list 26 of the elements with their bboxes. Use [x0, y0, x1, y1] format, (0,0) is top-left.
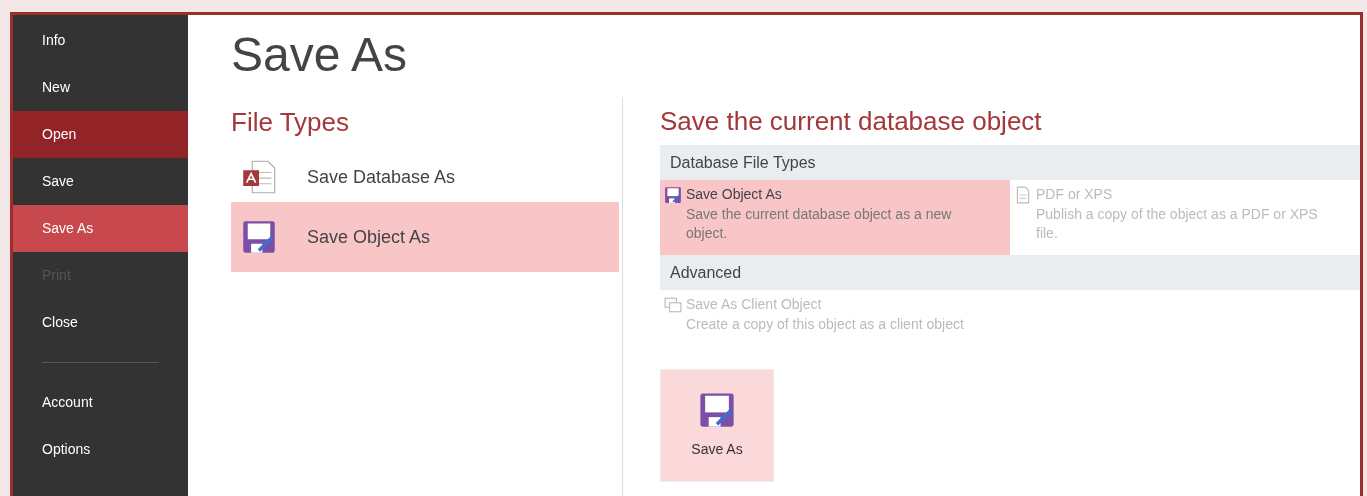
sidebar-item[interactable]: Open	[13, 111, 188, 158]
option-description: Save the current database object as a new object.	[686, 205, 953, 243]
page-title: Save As	[230, 27, 409, 83]
stacked-windows-icon	[664, 296, 682, 314]
document-icon	[1014, 186, 1032, 204]
sidebar-item[interactable]: Close	[13, 299, 188, 346]
option-description: Publish a copy of the object as a PDF or XPS file.	[1036, 205, 1319, 243]
option-title: Save As Client Object	[686, 295, 823, 314]
database-file-icon	[241, 159, 277, 195]
sidebar-item[interactable]: Info	[13, 17, 188, 64]
sidebar-item[interactable]: Save	[13, 158, 188, 205]
option-description: Create a copy of this object as a client object	[686, 315, 965, 334]
option-title: PDF or XPS	[1036, 185, 1114, 204]
section-heading: Save the current database object	[660, 105, 1043, 138]
save-option[interactable]: Save Object As Save the current database object as a new object.	[660, 180, 1010, 255]
option-title: Save Object As	[686, 185, 783, 204]
sidebar-item[interactable]: Options	[13, 426, 188, 473]
file-type-option[interactable]: Save Object As	[231, 202, 619, 272]
file-type-option[interactable]: Save Database As	[231, 152, 619, 202]
sidebar-item[interactable]: Account	[13, 379, 188, 426]
save-as-button[interactable]: Save As	[660, 369, 774, 482]
group-header: Advanced	[660, 255, 1360, 290]
sidebar-item[interactable]: New	[13, 64, 188, 111]
group-header: Database File Types	[660, 145, 1360, 180]
section-heading: File Types	[231, 106, 350, 139]
sidebar-item[interactable]: Save As	[13, 205, 188, 252]
